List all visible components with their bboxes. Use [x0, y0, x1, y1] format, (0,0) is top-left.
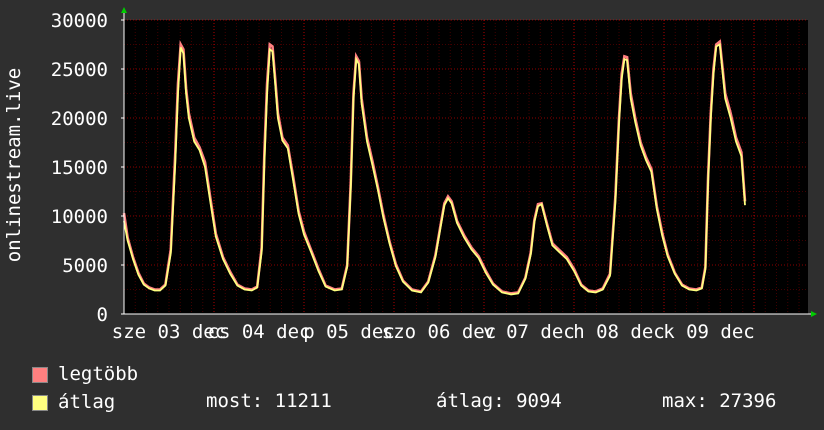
y-axis-arrow-icon — [121, 7, 127, 13]
chart-root: 0 5000 10000 15000 20000 25000 30000 sze 03 de… — [0, 0, 824, 430]
x-tick-label: h 08 dec — [573, 321, 665, 343]
y-tick-label: 20000 — [51, 108, 108, 130]
x-tick-label: k 09 dec — [663, 321, 755, 343]
x-tick-label: cs 04 dec — [208, 321, 311, 343]
x-tick-labels: sze 03 deccs 04 decp 05 decszo 06 decv 0… — [112, 321, 755, 343]
y-tick-label: 30000 — [51, 10, 108, 32]
x-axis-arrow-icon — [811, 311, 817, 317]
y-tick-label: 25000 — [51, 59, 108, 81]
y-axis-label: onlinestream.live — [3, 68, 25, 262]
y-tick-label: 15000 — [51, 157, 108, 179]
y-tick-label: 0 — [97, 304, 108, 326]
x-tick-label: v 07 dec — [483, 321, 575, 343]
line-chart: 0 5000 10000 15000 20000 25000 30000 sze 03 de… — [3, 7, 817, 343]
legend-label-avg: átlag — [58, 391, 116, 413]
y-tick-labels: 0 5000 10000 15000 20000 25000 30000 — [51, 10, 124, 326]
y-tick-label: 10000 — [51, 206, 108, 228]
stat-average: átlag: 9094 — [436, 390, 562, 412]
x-tick-label: szo 06 dec — [382, 321, 496, 343]
stat-current: most: 11211 — [206, 390, 332, 412]
stat-max: max: 27396 — [662, 390, 777, 412]
y-tick-label: 5000 — [62, 255, 108, 277]
legend-swatch-avg — [32, 395, 48, 411]
legend-swatch-max — [32, 367, 48, 383]
legend-label-max: legtöbb — [58, 363, 139, 385]
